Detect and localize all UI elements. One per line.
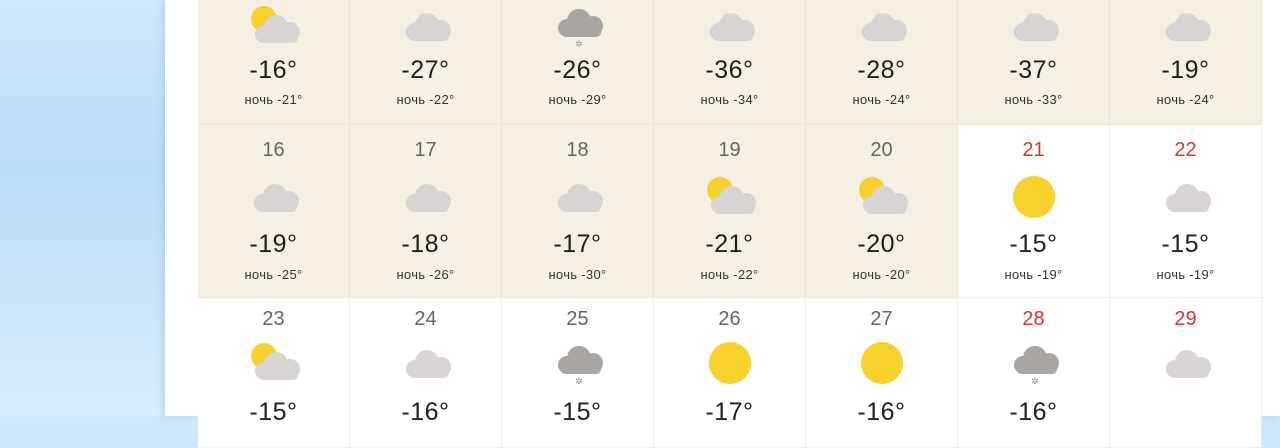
day-temperature: -27° xyxy=(401,56,450,84)
snow-cloud-icon: ✲ xyxy=(548,4,608,50)
cloudy-icon xyxy=(396,175,456,219)
day-cell[interactable]: 19 -21° ночь -22° xyxy=(654,125,806,298)
day-number: 25 xyxy=(566,308,589,330)
day-number: 21 xyxy=(1022,139,1045,161)
day-temperature: -20° xyxy=(857,230,906,258)
cloudy-icon xyxy=(1156,4,1216,48)
night-temperature: ночь -25° xyxy=(244,267,303,282)
sun-icon xyxy=(1004,175,1064,219)
cloudy-icon xyxy=(548,175,608,219)
day-temperature: -18° xyxy=(401,230,450,258)
day-number: 20 xyxy=(870,139,893,161)
day-cell[interactable]: 22 -15° ночь -19° xyxy=(1110,125,1262,298)
day-cell[interactable]: 27 -16° xyxy=(806,298,958,448)
cloudy-icon xyxy=(1004,4,1064,48)
day-cell[interactable]: -28° ночь -24° xyxy=(806,0,958,125)
night-temperature: ночь -19° xyxy=(1004,267,1063,282)
day-number: 22 xyxy=(1174,139,1197,161)
night-temperature: ночь -24° xyxy=(852,92,911,107)
sun-icon xyxy=(852,341,912,385)
day-temperature: -15° xyxy=(1161,230,1210,258)
night-temperature: ночь -22° xyxy=(700,267,759,282)
day-cell[interactable]: 18 -17° ночь -30° xyxy=(502,125,654,298)
day-temperature: -17° xyxy=(553,230,602,258)
cloudy-icon xyxy=(396,4,456,48)
day-cell[interactable]: -16° ночь -21° xyxy=(198,0,350,125)
day-cell[interactable]: 17 -18° ночь -26° xyxy=(350,125,502,298)
cloudy-icon xyxy=(700,4,760,48)
day-cell[interactable]: -36° ночь -34° xyxy=(654,0,806,125)
sun-icon xyxy=(700,341,760,385)
snow-cloud-icon: ✲ xyxy=(548,341,608,387)
partly-cloudy-icon xyxy=(852,175,912,219)
day-number: 17 xyxy=(414,139,437,161)
day-temperature: -36° xyxy=(705,56,754,84)
cloudy-icon xyxy=(852,4,912,48)
weather-calendar-grid: -16° ночь -21° -27° ночь -22° ✲ -26° ночь -29°… xyxy=(198,0,1262,448)
night-temperature: ночь -21° xyxy=(244,92,303,107)
cloudy-icon xyxy=(244,175,304,219)
day-temperature: -37° xyxy=(1009,56,1058,84)
day-number: 24 xyxy=(414,308,437,330)
night-temperature: ночь -20° xyxy=(852,267,911,282)
day-temperature: -15° xyxy=(553,398,602,426)
day-cell[interactable]: -37° ночь -33° xyxy=(958,0,1110,125)
snow-cloud-icon: ✲ xyxy=(1004,341,1064,387)
day-cell[interactable]: 26 -17° xyxy=(654,298,806,448)
partly-cloudy-icon xyxy=(244,341,304,385)
partly-cloudy-icon xyxy=(244,4,304,48)
day-temperature: -15° xyxy=(249,398,298,426)
day-number: 26 xyxy=(718,308,741,330)
day-temperature: -21° xyxy=(705,230,754,258)
day-cell[interactable]: -27° ночь -22° xyxy=(350,0,502,125)
day-cell[interactable]: 20 -20° ночь -20° xyxy=(806,125,958,298)
night-temperature: ночь -26° xyxy=(396,267,455,282)
svg-text:✲: ✲ xyxy=(1031,377,1039,385)
day-temperature: -26° xyxy=(553,56,602,84)
day-temperature: -15° xyxy=(1009,230,1058,258)
night-temperature: ночь -19° xyxy=(1156,267,1215,282)
day-temperature: -16° xyxy=(1009,398,1058,426)
day-number: 16 xyxy=(262,139,285,161)
day-cell[interactable]: -19° ночь -24° xyxy=(1110,0,1262,125)
day-cell[interactable]: ✲ -26° ночь -29° xyxy=(502,0,654,125)
night-temperature: ночь -30° xyxy=(548,267,607,282)
day-temperature: -16° xyxy=(401,398,450,426)
day-cell[interactable]: 21 -15° ночь -19° xyxy=(958,125,1110,298)
night-temperature: ночь -24° xyxy=(1156,92,1215,107)
day-number: 23 xyxy=(262,308,285,330)
day-temperature: -28° xyxy=(857,56,906,84)
cloudy-icon xyxy=(1156,175,1216,219)
cloudy-icon xyxy=(396,341,456,385)
day-number: 29 xyxy=(1174,308,1197,330)
day-temperature: -16° xyxy=(249,56,298,84)
day-number: 27 xyxy=(870,308,893,330)
day-number: 18 xyxy=(566,139,589,161)
night-temperature: ночь -22° xyxy=(396,92,455,107)
day-cell[interactable]: 29 xyxy=(1110,298,1262,448)
day-cell[interactable]: 23 -15° xyxy=(198,298,350,448)
night-temperature: ночь -34° xyxy=(700,92,759,107)
night-temperature: ночь -29° xyxy=(548,92,607,107)
day-cell[interactable]: 24 -16° xyxy=(350,298,502,448)
day-cell[interactable]: 25 ✲ -15° xyxy=(502,298,654,448)
day-cell[interactable]: 16 -19° ночь -25° xyxy=(198,125,350,298)
cloudy-icon xyxy=(1156,341,1216,385)
day-cell[interactable]: 28 ✲ -16° xyxy=(958,298,1110,448)
night-temperature: ночь -33° xyxy=(1004,92,1063,107)
day-temperature: -19° xyxy=(1161,56,1210,84)
partly-cloudy-icon xyxy=(700,175,760,219)
day-temperature: -16° xyxy=(857,398,906,426)
day-number: 19 xyxy=(718,139,741,161)
svg-text:✲: ✲ xyxy=(575,40,583,48)
day-temperature: -17° xyxy=(705,398,754,426)
day-temperature: -19° xyxy=(249,230,298,258)
svg-text:✲: ✲ xyxy=(575,377,583,385)
day-number: 28 xyxy=(1022,308,1045,330)
